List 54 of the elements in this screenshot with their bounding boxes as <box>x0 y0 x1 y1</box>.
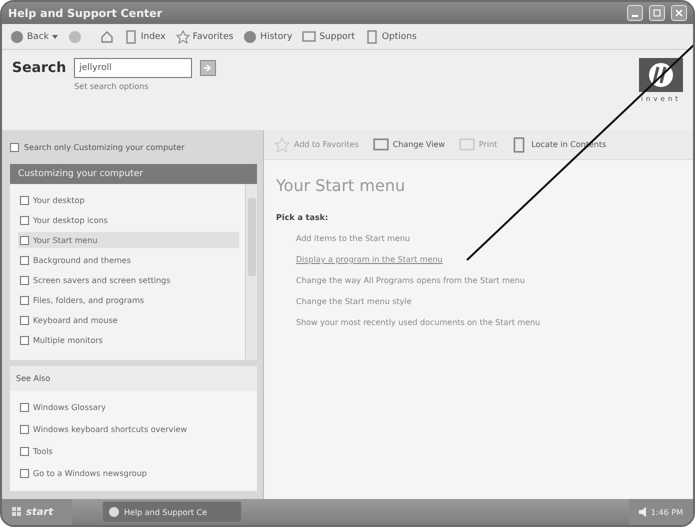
panel-header: Customizing your computer <box>10 164 257 184</box>
topic-item[interactable]: Screen savers and screen settings <box>18 272 239 288</box>
star-icon <box>176 30 190 44</box>
topic-item[interactable]: Your desktop <box>18 192 239 208</box>
logo-icon <box>639 58 683 92</box>
maximize-icon <box>653 9 661 17</box>
back-button[interactable]: Back <box>10 30 58 44</box>
minimize-button[interactable] <box>627 5 643 21</box>
toolbar-button[interactable]: Options <box>364 30 417 44</box>
search-label: Search <box>12 60 66 76</box>
topic-item[interactable]: Background and themes <box>18 252 239 268</box>
task-link[interactable]: Change the Start menu style <box>296 291 412 312</box>
window-icon <box>372 136 389 152</box>
speaker-icon <box>638 507 647 517</box>
topic-item[interactable]: Your Start menu <box>18 232 239 248</box>
search-only-checkbox[interactable]: Search only Customizing your computer <box>10 136 257 158</box>
home-icon <box>100 30 114 44</box>
toolbar-button[interactable]: Favorites <box>176 30 234 44</box>
home-button[interactable] <box>100 30 114 44</box>
see-also-link[interactable]: Tools <box>18 443 249 459</box>
task-link[interactable]: Show your most recently used documents on the Start menu <box>296 312 540 333</box>
taskbar-button[interactable]: Help and Support Ce <box>102 501 242 523</box>
task-link[interactable]: Add items to the Start menu <box>296 228 410 249</box>
toolbar-button[interactable]: History <box>243 30 292 44</box>
search-options-link[interactable]: Set search options <box>74 82 192 91</box>
see-also-link[interactable]: Windows keyboard shortcuts overview <box>18 421 249 437</box>
panel-header: See Also <box>10 366 257 391</box>
scrollbar[interactable] <box>245 184 257 360</box>
arrow-icon <box>204 64 212 72</box>
see-also-link[interactable]: Windows Glossary <box>18 399 249 415</box>
search-field[interactable]: jellyroll <box>74 58 192 78</box>
topic-item[interactable]: Keyboard and mouse <box>18 312 239 328</box>
windows-flag-icon <box>12 507 22 517</box>
caret-icon <box>52 34 58 38</box>
task-link[interactable]: Change the way All Programs opens from the Start menu <box>296 270 525 291</box>
topic-item[interactable]: Your desktop icons <box>18 212 239 228</box>
page-title: Your Start menu <box>276 176 406 195</box>
star-icon <box>274 136 290 152</box>
topic-item[interactable]: Multiple monitors <box>18 332 239 348</box>
topic-item[interactable]: Files, folders, and programs <box>18 292 239 308</box>
section-label: Pick a task: <box>276 213 330 222</box>
close-icon <box>675 9 683 17</box>
monitor-icon <box>302 30 316 44</box>
start-button[interactable]: start <box>2 499 72 525</box>
maximize-button[interactable] <box>649 5 665 21</box>
clock: 1:46 PM <box>650 508 683 516</box>
toolbar-button[interactable]: Support <box>302 30 355 44</box>
close-button[interactable] <box>671 5 687 21</box>
window-title: Help and Support Center <box>8 6 164 20</box>
see-also-link[interactable]: Go to a Windows newsgroup <box>18 465 249 481</box>
toolbar-button[interactable]: Index <box>124 30 166 44</box>
content-toolbar-button[interactable]: Change View <box>372 136 445 152</box>
task-link[interactable]: Display a program in the Start menu <box>296 249 443 270</box>
search-go-button[interactable] <box>200 60 216 76</box>
